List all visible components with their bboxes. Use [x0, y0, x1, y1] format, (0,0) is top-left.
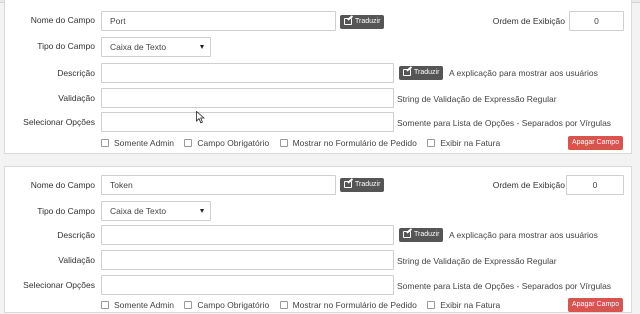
select-options-label: Selecionar Opções — [23, 117, 95, 127]
field-name-label: Nome do Campo — [30, 180, 95, 190]
show-on-invoice-checkbox[interactable]: Exibir na Fatura — [427, 137, 500, 149]
delete-field-button[interactable]: Apagar Campo — [568, 298, 624, 312]
field-type-value: Caixa de Texto — [110, 206, 167, 216]
display-order-input[interactable]: 0 — [566, 175, 624, 195]
validation-label: Validação — [58, 93, 95, 103]
pencil-square-icon — [344, 181, 352, 188]
checkbox-box[interactable] — [184, 139, 193, 147]
checkbox-box[interactable] — [427, 301, 436, 309]
field-type-select[interactable]: Caixa de Texto — [101, 201, 211, 221]
translate-name-button[interactable]: Traduzir — [340, 15, 385, 29]
pencil-square-icon — [403, 69, 411, 76]
field-type-select[interactable]: Caixa de Texto — [101, 37, 211, 57]
checkbox-row: Somente Admin Campo Obrigatório Mostrar … — [101, 137, 508, 150]
required-checkbox[interactable]: Campo Obrigatório — [184, 137, 269, 149]
translate-description-button[interactable]: Traduzir — [399, 66, 444, 80]
checkbox-box[interactable] — [101, 301, 109, 309]
description-input[interactable] — [101, 63, 394, 83]
description-label: Descrição — [57, 230, 95, 240]
description-help: A explicação para mostrar aos usuários — [449, 68, 598, 78]
show-on-invoice-label: Exibir na Fatura — [440, 138, 501, 148]
translate-name-button-label: Traduzir — [355, 181, 381, 188]
display-order-input[interactable]: 0 — [569, 11, 624, 31]
translate-description-button-label: Traduzir — [414, 231, 440, 238]
translate-description-button-label: Traduzir — [414, 69, 440, 76]
field-name-label: Nome do Campo — [30, 15, 95, 25]
show-on-order-checkbox[interactable]: Mostrar no Formulário de Pedido — [279, 299, 417, 311]
chevron-down-icon — [200, 209, 204, 213]
display-order-label: Ordem de Exibição — [492, 16, 565, 26]
translate-name-button-label: Traduzir — [355, 18, 381, 25]
select-options-help: Somente para Lista de Opções - Separados… — [397, 281, 612, 291]
pencil-square-icon — [344, 18, 352, 25]
show-on-invoice-label: Exibir na Fatura — [440, 300, 501, 310]
select-options-input[interactable] — [101, 112, 394, 132]
admin-only-label: Somente Admin — [114, 300, 175, 310]
field-type-label: Tipo do Campo — [37, 41, 95, 51]
checkbox-box[interactable] — [101, 139, 109, 147]
field-type-label: Tipo do Campo — [37, 206, 95, 216]
chevron-down-icon — [200, 45, 204, 49]
checkbox-box[interactable] — [279, 139, 288, 147]
validation-help: String de Validação de Expressão Regular — [397, 256, 557, 266]
validation-label: Validação — [58, 255, 95, 265]
validation-input[interactable] — [101, 250, 394, 270]
show-on-order-label: Mostrar no Formulário de Pedido — [292, 300, 417, 310]
validation-input[interactable] — [101, 88, 394, 108]
admin-only-label: Somente Admin — [114, 138, 175, 148]
required-label: Campo Obrigatório — [197, 138, 270, 148]
required-label: Campo Obrigatório — [197, 300, 270, 310]
description-help: A explicação para mostrar aos usuários — [449, 230, 598, 240]
checkbox-box[interactable] — [184, 301, 193, 309]
translate-name-button[interactable]: Traduzir — [340, 178, 385, 192]
field-type-value: Caixa de Texto — [110, 42, 167, 52]
description-label: Descrição — [57, 68, 95, 78]
custom-field-panel-1: Nome do Campo Port Traduzir Ordem de Exi… — [4, 0, 632, 154]
translate-description-button[interactable]: Traduzir — [399, 228, 444, 242]
display-order-label: Ordem de Exibição — [492, 180, 565, 190]
admin-only-checkbox[interactable]: Somente Admin — [101, 137, 174, 149]
custom-field-panel-2: Nome do Campo Token Traduzir Ordem de Ex… — [4, 166, 632, 313]
required-checkbox[interactable]: Campo Obrigatório — [184, 299, 269, 311]
checkbox-box[interactable] — [427, 139, 436, 147]
show-on-order-label: Mostrar no Formulário de Pedido — [292, 138, 417, 148]
admin-only-checkbox[interactable]: Somente Admin — [101, 299, 174, 311]
show-on-order-checkbox[interactable]: Mostrar no Formulário de Pedido — [279, 137, 417, 149]
show-on-invoice-checkbox[interactable]: Exibir na Fatura — [427, 299, 500, 311]
validation-help: String de Validação de Expressão Regular — [397, 94, 557, 104]
select-options-input[interactable] — [101, 275, 394, 295]
select-options-label: Selecionar Opções — [23, 280, 95, 290]
checkbox-row: Somente Admin Campo Obrigatório Mostrar … — [101, 299, 508, 312]
delete-field-button[interactable]: Apagar Campo — [568, 136, 624, 150]
field-name-input[interactable]: Token — [101, 175, 336, 195]
checkbox-box[interactable] — [279, 301, 288, 309]
description-input[interactable] — [101, 225, 394, 245]
pencil-square-icon — [403, 231, 411, 238]
select-options-help: Somente para Lista de Opções - Separados… — [397, 118, 612, 128]
field-name-input[interactable]: Port — [101, 11, 336, 31]
